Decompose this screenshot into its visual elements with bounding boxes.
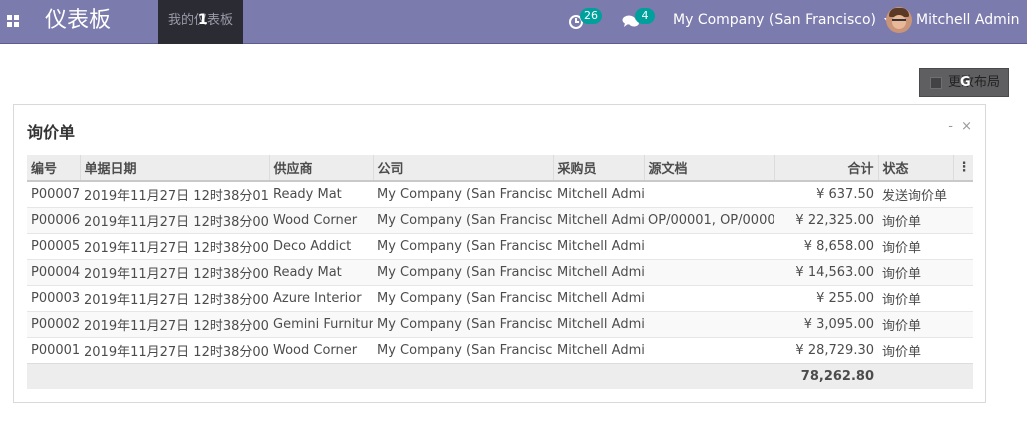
card-title: 询价单 (27, 123, 76, 142)
cell-ref: P00001 (27, 336, 80, 363)
cell-date: 2019年11月27日 12时38分00秒 (80, 310, 269, 337)
cell-vendor: Ready Mat (269, 180, 373, 207)
cell-date: 2019年11月27日 12时38分00秒 (80, 232, 269, 259)
avatar (886, 7, 912, 33)
cell-status: 询价单 (878, 284, 953, 311)
menu-my-dashboard[interactable]: 我的仪表板 1 (158, 0, 243, 44)
cell-total: ¥ 28,729.30 (774, 336, 878, 363)
table-row[interactable]: P00005 2019年11月27日 12时38分00秒 Deco Addict My… (27, 232, 973, 259)
close-button[interactable]: × (961, 119, 972, 134)
card-actions: - × (944, 119, 972, 134)
cell-company: My Company (San Francisco) (373, 310, 553, 337)
layout-icon (930, 77, 942, 89)
footer-total: 78,262.80 (774, 362, 878, 389)
cell-total: ¥ 3,095.00 (774, 310, 878, 337)
column-header-total[interactable]: 合计 (773, 155, 878, 182)
cell-company: My Company (San Francisco) (373, 336, 553, 363)
table-row[interactable]: P00001 2019年11月27日 12时38分00秒 Wood Corner My… (27, 336, 973, 363)
column-header-ref[interactable]: 编号 (27, 155, 80, 182)
cell-date: 2019年11月27日 12时38分01秒 (80, 180, 269, 207)
cell-buyer: Mitchell Admin (553, 258, 644, 285)
column-header-company[interactable]: 公司 (372, 155, 553, 182)
top-navbar: 仪表板 我的仪表板 1 26 4 My Company (San Francis… (0, 0, 1027, 44)
cell-buyer: Mitchell Admin (553, 232, 644, 259)
minimize-button[interactable]: - (948, 119, 953, 134)
column-header-vendor[interactable]: 供应商 (268, 155, 373, 182)
column-header-status[interactable]: 状态 (877, 155, 953, 182)
cell-company: My Company (San Francisco) (373, 258, 553, 285)
cell-vendor: Wood Corner (269, 336, 373, 363)
cell-ref: P00006 (27, 206, 80, 233)
cell-status: 询价单 (878, 206, 953, 233)
table-row[interactable]: P00004 2019年11月27日 12时38分00秒 Ready Mat My C… (27, 258, 973, 285)
cell-date: 2019年11月27日 12时38分00秒 (80, 284, 269, 311)
column-header-buyer[interactable]: 采购员 (552, 155, 644, 182)
cell-ref: P00004 (27, 258, 80, 285)
cell-company: My Company (San Francisco) (373, 232, 553, 259)
cell-source: OP/00001, OP/00002 (644, 206, 774, 233)
cell-total: ¥ 22,325.00 (774, 206, 878, 233)
cell-source (644, 258, 774, 285)
cell-buyer: Mitchell Admin (553, 336, 644, 363)
rfq-table: 编号 单据日期 供应商 公司 采购员 源文档 合计 状态 ⋮ P00007 201… (27, 155, 973, 389)
table-row[interactable]: P00003 2019年11月27日 12时38分00秒 Azure Interio… (27, 284, 973, 311)
company-name: My Company (San Francisco) (673, 12, 876, 28)
cursor-overlay-label: G (960, 75, 971, 90)
app-title: 仪表板 (45, 8, 112, 33)
column-header-source[interactable]: 源文档 (643, 155, 774, 182)
cell-company: My Company (San Francisco) (373, 206, 553, 233)
cell-status: 询价单 (878, 258, 953, 285)
cell-ref: P00007 (27, 180, 80, 207)
cell-buyer: Mitchell Admin (553, 206, 644, 233)
cell-vendor: Ready Mat (269, 258, 373, 285)
user-name: Mitchell Admin (916, 12, 1020, 28)
change-layout-button[interactable]: 更改布局 G (919, 68, 1009, 97)
table-row[interactable]: P00007 2019年11月27日 12时38分01秒 Ready Mat My C… (27, 180, 973, 207)
change-layout-label: 更改布局 (948, 75, 1001, 90)
cell-source (644, 232, 774, 259)
table-header-row: 编号 单据日期 供应商 公司 采购员 源文档 合计 状态 ⋮ (27, 155, 973, 182)
cell-status: 询价单 (878, 232, 953, 259)
cell-buyer: Mitchell Admin (553, 284, 644, 311)
cursor-overlay-label: 1 (198, 12, 208, 28)
table-row[interactable]: P00006 2019年11月27日 12时38分00秒 Wood Corner My… (27, 206, 973, 233)
cell-vendor: Deco Addict (269, 232, 373, 259)
cell-total: ¥ 8,658.00 (774, 232, 878, 259)
rfq-dashboard-card: 询价单 - × 编号 单据日期 供应商 公司 采购员 源文档 合计 状态 ⋮ P… (13, 104, 986, 403)
cell-date: 2019年11月27日 12时38分00秒 (80, 206, 269, 233)
activity-count-badge: 26 (580, 8, 602, 24)
cell-date: 2019年11月27日 12时38分00秒 (80, 258, 269, 285)
cell-total: ¥ 637.50 (774, 180, 878, 207)
messages-button[interactable]: 4 (622, 8, 656, 34)
optional-columns-icon[interactable]: ⋮ (952, 155, 973, 182)
cell-ref: P00005 (27, 232, 80, 259)
cell-ref: P00002 (27, 310, 80, 337)
cell-buyer: Mitchell Admin (553, 180, 644, 207)
message-count-badge: 4 (635, 8, 655, 24)
cell-source (644, 180, 774, 207)
apps-grid-icon[interactable] (5, 12, 21, 28)
activity-button[interactable]: 26 (568, 8, 608, 34)
cell-source (644, 284, 774, 311)
cell-company: My Company (San Francisco) (373, 284, 553, 311)
cell-company: My Company (San Francisco) (373, 180, 553, 207)
cell-source (644, 336, 774, 363)
cell-status: 询价单 (878, 310, 953, 337)
table-footer-row: 78,262.80 (27, 362, 973, 389)
cell-total: ¥ 255.00 (774, 284, 878, 311)
cell-status: 发送询价单 (878, 180, 953, 207)
cell-buyer: Mitchell Admin (553, 310, 644, 337)
cell-status: 询价单 (878, 336, 953, 363)
cell-vendor: Azure Interior (269, 284, 373, 311)
cell-total: ¥ 14,563.00 (774, 258, 878, 285)
cell-source (644, 310, 774, 337)
cell-vendor: Wood Corner (269, 206, 373, 233)
cell-date: 2019年11月27日 12时38分00秒 (80, 336, 269, 363)
company-switcher[interactable]: My Company (San Francisco) (673, 12, 892, 28)
cell-vendor: Gemini Furniture (269, 310, 373, 337)
cell-ref: P00003 (27, 284, 80, 311)
column-header-date[interactable]: 单据日期 (79, 155, 269, 182)
table-row[interactable]: P00002 2019年11月27日 12时38分00秒 Gemini Furnit… (27, 310, 973, 337)
